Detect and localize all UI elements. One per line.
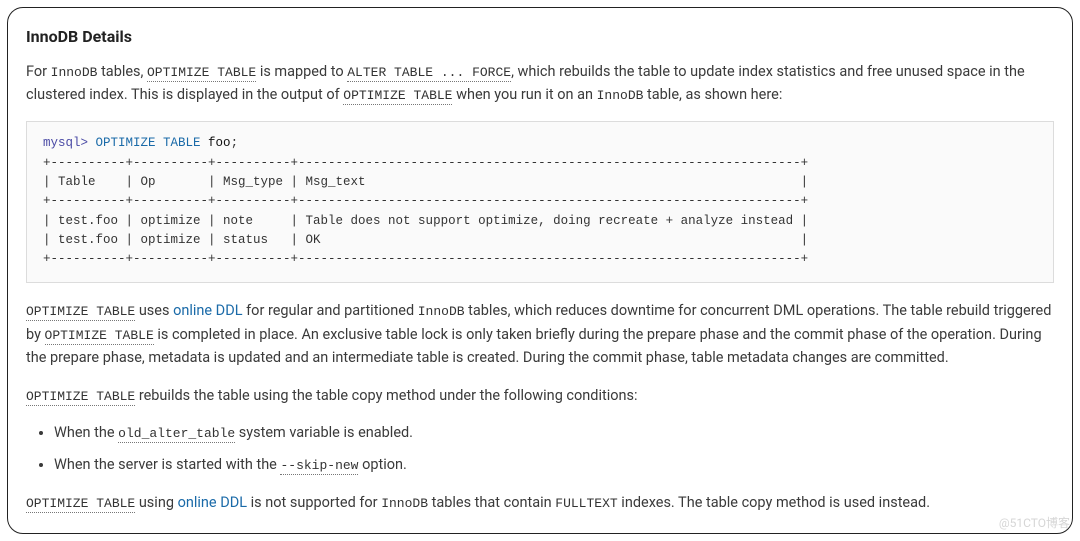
code-innodb: InnoDB xyxy=(597,88,644,104)
text: when you run it on an xyxy=(452,86,596,103)
list-item: When the old_alter_table system variable… xyxy=(54,421,1054,445)
text: system variable is enabled. xyxy=(235,424,413,441)
text: tables, xyxy=(97,63,147,80)
table-separator: +----------+----------+----------+------… xyxy=(43,252,808,266)
text: indexes. The table copy method is used i… xyxy=(618,494,930,511)
code-optimize-table[interactable]: OPTIMIZE TABLE xyxy=(343,88,452,105)
text: is mapped to xyxy=(256,63,347,80)
code-innodb: InnoDB xyxy=(381,496,428,512)
intro-paragraph: For InnoDB tables, OPTIMIZE TABLE is map… xyxy=(26,60,1054,108)
online-ddl-link[interactable]: online DDL xyxy=(173,302,242,319)
text: uses xyxy=(135,302,173,319)
code-innodb: InnoDB xyxy=(418,304,465,320)
text: When the server is started with the xyxy=(54,456,280,473)
text: rebuilds the table using the table copy … xyxy=(135,387,637,404)
text: for regular and partitioned xyxy=(243,302,418,319)
code-innodb: InnoDB xyxy=(51,65,98,81)
conditions-intro-paragraph: OPTIMIZE TABLE rebuilds the table using … xyxy=(26,384,1054,408)
text: option. xyxy=(358,456,406,473)
table-header: | Table | Op | Msg_type | Msg_text | xyxy=(43,175,808,189)
text: table, as shown here: xyxy=(643,86,782,103)
sql-prompt: mysql> xyxy=(43,136,88,150)
text: For xyxy=(26,63,51,80)
text: is completed in place. An exclusive tabl… xyxy=(26,326,1042,367)
online-ddl-link[interactable]: online DDL xyxy=(178,494,247,511)
online-ddl-paragraph: OPTIMIZE TABLE uses online DDL for regul… xyxy=(26,299,1054,370)
text: tables that contain xyxy=(428,494,555,511)
code-old-alter-table[interactable]: old_alter_table xyxy=(118,426,235,443)
code-optimize-table[interactable]: OPTIMIZE TABLE xyxy=(26,304,135,321)
text: is not supported for xyxy=(247,494,381,511)
code-skip-new[interactable]: --skip-new xyxy=(280,458,358,475)
code-optimize-table[interactable]: OPTIMIZE TABLE xyxy=(45,328,154,345)
table-row: | test.foo | optimize | status | OK | xyxy=(43,233,808,247)
sql-table-name: foo xyxy=(208,136,231,150)
table-separator: +----------+----------+----------+------… xyxy=(43,156,808,170)
code-alter-table-force[interactable]: ALTER TABLE ... FORCE xyxy=(347,65,511,82)
sql-statement: OPTIMIZE TABLE xyxy=(88,136,208,150)
section-heading: InnoDB Details xyxy=(26,24,1054,50)
doc-card: InnoDB Details For InnoDB tables, OPTIMI… xyxy=(7,7,1073,534)
code-optimize-table[interactable]: OPTIMIZE TABLE xyxy=(147,65,256,82)
text: using xyxy=(135,494,177,511)
table-separator: +----------+----------+----------+------… xyxy=(43,194,808,208)
code-optimize-table[interactable]: OPTIMIZE TABLE xyxy=(26,389,135,406)
list-item: When the server is started with the --sk… xyxy=(54,453,1054,477)
sql-output-block: mysql> OPTIMIZE TABLE foo; +----------+-… xyxy=(26,121,1054,283)
table-row: | test.foo | optimize | note | Table doe… xyxy=(43,214,808,228)
conditions-list: When the old_alter_table system variable… xyxy=(26,421,1054,477)
fulltext-paragraph: OPTIMIZE TABLE using online DDL is not s… xyxy=(26,491,1054,515)
text: When the xyxy=(54,424,118,441)
code-fulltext: FULLTEXT xyxy=(555,496,617,512)
code-optimize-table[interactable]: OPTIMIZE TABLE xyxy=(26,496,135,513)
sql-semicolon: ; xyxy=(231,136,239,150)
